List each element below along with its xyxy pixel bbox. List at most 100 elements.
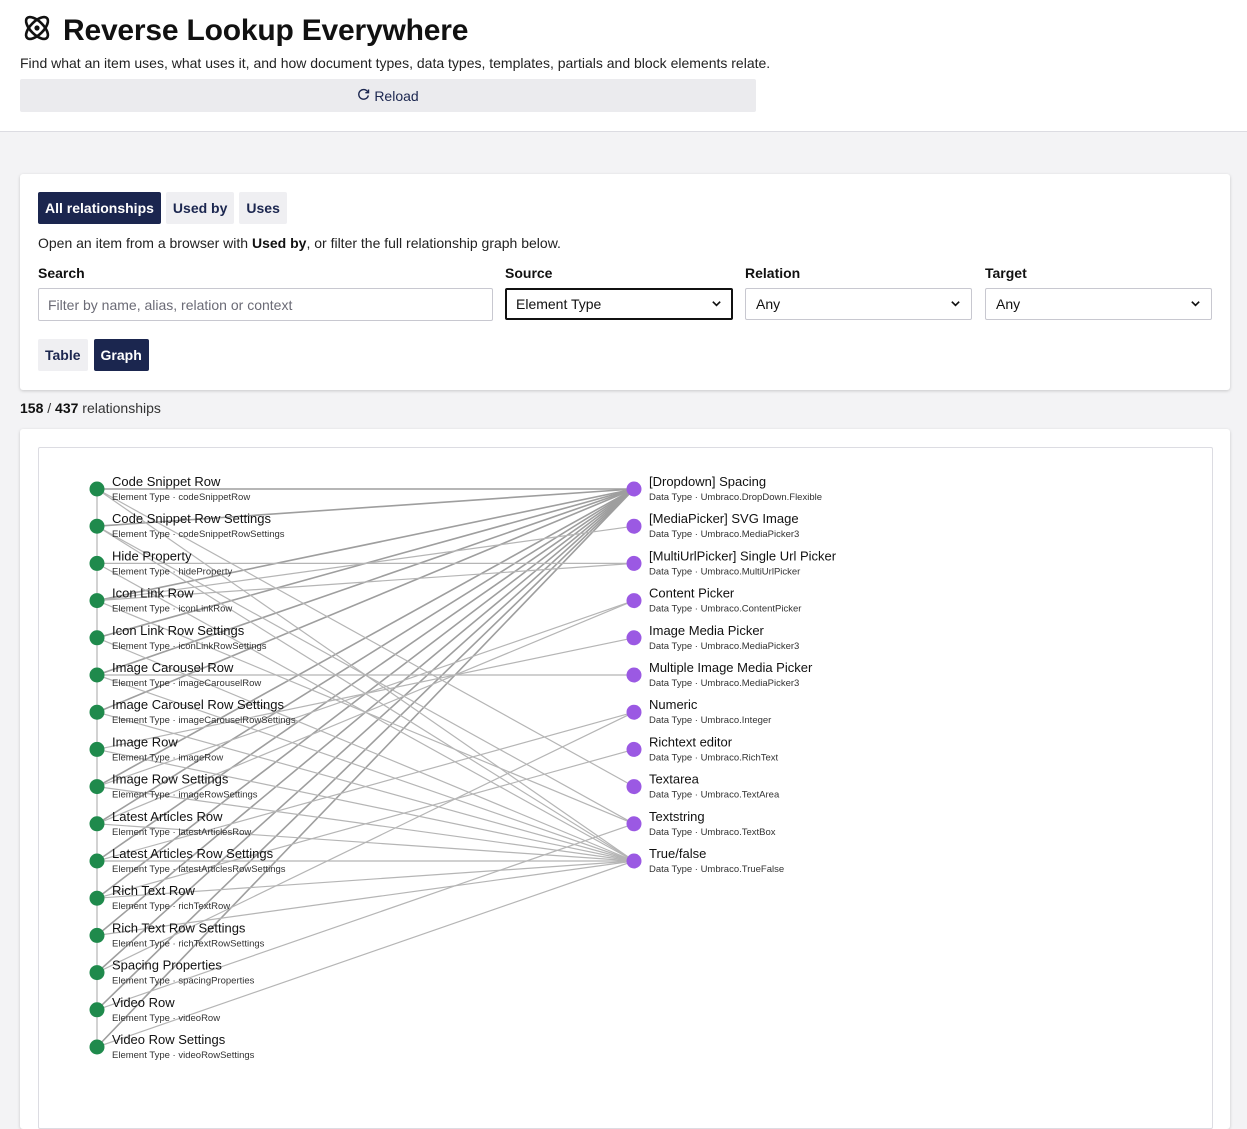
source-node-label: Video Row Settings bbox=[112, 1032, 226, 1047]
source-node-meta: Element Type · richTextRow bbox=[112, 901, 230, 912]
source-node-meta: Element Type · spacingProperties bbox=[112, 976, 255, 987]
source-select-value: Element Type bbox=[516, 296, 602, 312]
source-node-label: Icon Link Row bbox=[112, 586, 194, 601]
source-node-meta: Element Type · richTextRowSettings bbox=[112, 938, 265, 949]
source-node-label: Image Row Settings bbox=[112, 772, 229, 787]
source-node-meta: Element Type · videoRowSettings bbox=[112, 1050, 255, 1061]
graph-canvas: Code Snippet Row Element Type · codeSnipp… bbox=[38, 447, 1213, 1129]
count-separator: / bbox=[47, 400, 52, 416]
atom-icon bbox=[20, 11, 54, 50]
target-node bbox=[626, 704, 642, 720]
target-label: Target bbox=[985, 265, 1027, 281]
source-label: Source bbox=[505, 265, 553, 281]
source-node-label: Image Carousel Row bbox=[112, 660, 234, 675]
source-node bbox=[89, 593, 105, 609]
target-node-label: Multiple Image Media Picker bbox=[649, 660, 813, 675]
tab-used-by[interactable]: Used by bbox=[165, 192, 235, 224]
source-node-label: Rich Text Row Settings bbox=[112, 920, 246, 935]
help-text: Open an item from a browser with Used by… bbox=[38, 235, 561, 251]
source-node bbox=[89, 1002, 105, 1018]
help-text-start: Open an item from a browser with bbox=[38, 235, 252, 251]
source-node-meta: Element Type · codeSnippetRow bbox=[112, 492, 250, 503]
target-node-label: True/false bbox=[649, 846, 706, 861]
chevron-down-icon bbox=[1190, 296, 1201, 312]
target-node-label: Image Media Picker bbox=[649, 623, 765, 638]
target-select-value: Any bbox=[996, 296, 1021, 312]
relation-select[interactable]: Any bbox=[745, 288, 972, 320]
target-node bbox=[626, 853, 642, 869]
source-select[interactable]: Element Type bbox=[505, 288, 733, 320]
source-node bbox=[89, 667, 105, 683]
help-text-end: , or filter the full relationship graph … bbox=[306, 235, 561, 251]
source-node-label: Video Row bbox=[112, 995, 175, 1010]
relationship-graph: Code Snippet Row Element Type · codeSnipp… bbox=[89, 474, 837, 1061]
source-node-meta: Element Type · latestArticlesRowSettings bbox=[112, 864, 286, 875]
view-toggle: Table Graph bbox=[38, 339, 149, 371]
target-node bbox=[626, 741, 642, 757]
source-node-meta: Element Type · latestArticlesRow bbox=[112, 827, 251, 838]
search-label: Search bbox=[38, 265, 85, 281]
chevron-down-icon bbox=[950, 296, 961, 312]
source-node-meta: Element Type · hideProperty bbox=[112, 566, 232, 577]
source-node bbox=[89, 816, 105, 832]
target-node-label: [MediaPicker] SVG Image bbox=[649, 511, 799, 526]
target-node-meta: Data Type · Umbraco.TextArea bbox=[649, 790, 780, 801]
relation-select-value: Any bbox=[756, 296, 781, 312]
target-node-meta: Data Type · Umbraco.ContentPicker bbox=[649, 604, 801, 615]
source-node-label: Image Carousel Row Settings bbox=[112, 697, 284, 712]
source-node bbox=[89, 481, 105, 497]
tab-all-relationships[interactable]: All relationships bbox=[38, 192, 161, 224]
target-node-meta: Data Type · Umbraco.RichText bbox=[649, 752, 779, 763]
source-node-meta: Element Type · imageCarouselRow bbox=[112, 678, 261, 689]
target-node-meta: Data Type · Umbraco.MultiUrlPicker bbox=[649, 566, 800, 577]
source-node-label: Hide Property bbox=[112, 548, 192, 563]
target-node-label: Content Picker bbox=[649, 586, 735, 601]
source-node bbox=[89, 555, 105, 571]
title-row: Reverse Lookup Everywhere bbox=[20, 11, 468, 50]
target-node bbox=[626, 481, 642, 497]
source-node-meta: Element Type · imageRow bbox=[112, 752, 223, 763]
source-node-label: Image Row bbox=[112, 734, 178, 749]
source-node-meta: Element Type · imageRowSettings bbox=[112, 790, 258, 801]
source-node-label: Latest Articles Row bbox=[112, 809, 223, 824]
source-node bbox=[89, 853, 105, 869]
source-node-label: Latest Articles Row Settings bbox=[112, 846, 274, 861]
target-node bbox=[626, 555, 642, 571]
source-node bbox=[89, 704, 105, 720]
target-node-meta: Data Type · Umbraco.Integer bbox=[649, 715, 771, 726]
source-node-label: Spacing Properties bbox=[112, 958, 222, 973]
source-node bbox=[89, 518, 105, 534]
reload-label: Reload bbox=[374, 87, 419, 104]
target-node-meta: Data Type · Umbraco.TrueFalse bbox=[649, 864, 784, 875]
source-node-label: Rich Text Row bbox=[112, 883, 195, 898]
relationship-count: 158 / 437 relationships bbox=[20, 400, 161, 416]
source-node-meta: Element Type · codeSnippetRowSettings bbox=[112, 529, 285, 540]
target-node bbox=[626, 816, 642, 832]
graph-panel: Code Snippet Row Element Type · codeSnipp… bbox=[20, 429, 1230, 1129]
target-node-label: Richtext editor bbox=[649, 734, 733, 749]
page-title: Reverse Lookup Everywhere bbox=[63, 13, 469, 47]
page-subtitle: Find what an item uses, what uses it, an… bbox=[20, 55, 771, 71]
search-input[interactable] bbox=[38, 288, 493, 321]
count-suffix: relationships bbox=[82, 400, 161, 416]
relationship-tabs: All relationships Used by Uses bbox=[38, 192, 287, 224]
target-node-meta: Data Type · Umbraco.DropDown.Flexible bbox=[649, 492, 822, 503]
graph-view-button[interactable]: Graph bbox=[93, 339, 149, 371]
tab-uses[interactable]: Uses bbox=[239, 192, 287, 224]
refresh-icon bbox=[357, 88, 374, 104]
reload-button[interactable]: Reload bbox=[20, 79, 756, 112]
target-node bbox=[626, 630, 642, 646]
target-node bbox=[626, 667, 642, 683]
target-node-label: [MultiUrlPicker] Single Url Picker bbox=[649, 548, 837, 563]
table-view-button[interactable]: Table bbox=[38, 339, 88, 371]
target-node-label: [Dropdown] Spacing bbox=[649, 474, 766, 489]
source-node-meta: Element Type · iconLinkRow bbox=[112, 604, 232, 615]
target-node-label: Numeric bbox=[649, 697, 698, 712]
chevron-down-icon bbox=[711, 296, 722, 312]
target-node bbox=[626, 593, 642, 609]
source-node bbox=[89, 779, 105, 795]
total-count: 437 bbox=[55, 400, 79, 416]
target-node-meta: Data Type · Umbraco.MediaPicker3 bbox=[649, 678, 799, 689]
shown-count: 158 bbox=[20, 400, 44, 416]
target-select[interactable]: Any bbox=[985, 288, 1212, 320]
